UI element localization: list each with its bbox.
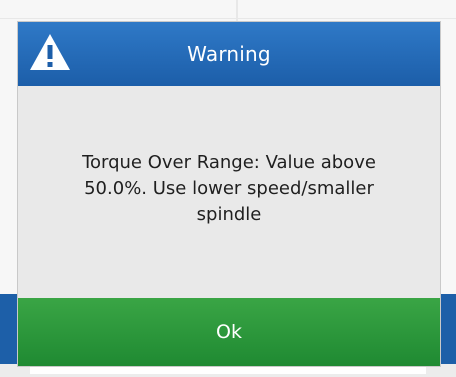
warning-message-line-2: 50.0%. Use lower speed/smaller — [84, 178, 374, 199]
warning-message-line-1: Torque Over Range: Value above — [82, 152, 376, 173]
dialog-title: Warning — [187, 42, 271, 66]
ok-button[interactable]: Ok — [18, 298, 440, 366]
warning-message: Torque Over Range: Value above 50.0%. Us… — [48, 150, 410, 228]
background-divider-horizontal — [0, 18, 456, 19]
warning-dialog: Warning Torque Over Range: Value above 5… — [18, 22, 440, 366]
warning-message-line-3: spindle — [196, 204, 262, 225]
dialog-header: Warning — [18, 22, 440, 86]
ok-button-label: Ok — [216, 321, 242, 343]
